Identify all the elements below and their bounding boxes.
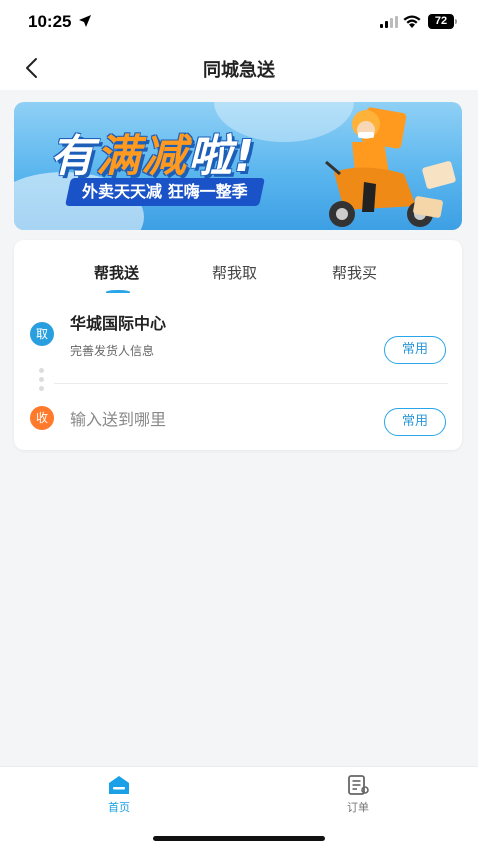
tab-pickup[interactable]: 帮我取 <box>212 262 257 283</box>
tabbar-home[interactable]: 首页 <box>89 775 149 815</box>
banner-headline-part1: 有 <box>50 131 96 182</box>
delivery-address-row[interactable]: 收 输入送到哪里 常用 <box>14 390 462 440</box>
delivery-rider-illustration <box>325 107 456 227</box>
pickup-common-address-button[interactable]: 常用 <box>384 336 446 364</box>
service-tabs: 帮我送 帮我取 帮我买 <box>14 240 462 298</box>
tabbar-orders-label: 订单 <box>347 801 369 814</box>
banner-tagline: 外卖天天减 狂嗨一整季 <box>65 178 265 206</box>
cellular-signal-icon <box>380 16 398 28</box>
battery-tip <box>455 19 457 24</box>
delivery-common-address-button[interactable]: 常用 <box>384 408 446 436</box>
home-icon <box>109 776 129 794</box>
location-arrow-icon <box>79 15 91 27</box>
back-chevron-icon[interactable] <box>18 54 46 82</box>
home-indicator[interactable] <box>153 836 325 841</box>
promo-banner[interactable]: 有满减啦! 外卖天天减 狂嗨一整季 <box>14 102 462 230</box>
order-card: 帮我送 帮我取 帮我买 取 华城国际中心 完善发货人信息 常用 收 输入送到哪里… <box>14 240 462 450</box>
tabbar-orders[interactable]: 订单 <box>328 775 388 815</box>
nav-bar: 同城急送 <box>0 46 478 90</box>
status-time: 10:25 <box>28 12 72 31</box>
tab-buy[interactable]: 帮我买 <box>332 262 377 283</box>
pickup-address[interactable]: 华城国际中心 <box>70 310 166 334</box>
row-divider <box>54 383 448 384</box>
orders-icon <box>348 775 369 795</box>
wifi-icon <box>403 15 421 28</box>
pickup-address-row[interactable]: 取 华城国际中心 完善发货人信息 常用 <box>14 304 462 374</box>
status-bar: 10:25 72 <box>0 0 478 46</box>
sender-info-link[interactable]: 完善发货人信息 <box>70 342 154 359</box>
banner-tagline-text: 外卖天天减 狂嗨一整季 <box>82 182 248 201</box>
tabbar-home-label: 首页 <box>108 801 130 814</box>
receive-badge: 收 <box>30 406 54 430</box>
page-title: 同城急送 <box>203 60 275 81</box>
banner-headline-part3: 啦! <box>188 131 257 182</box>
banner-headline-highlight: 满减 <box>96 131 188 182</box>
tab-send[interactable]: 帮我送 <box>94 262 139 283</box>
banner-headline: 有满减啦! <box>50 120 256 184</box>
pickup-badge: 取 <box>30 322 54 346</box>
battery-indicator: 72 <box>428 14 454 29</box>
page: 10:25 72 同城急送 有满减啦! 外卖天天减 狂嗨一整季 帮我送 帮我取 … <box>0 0 478 850</box>
active-tab-indicator <box>106 290 130 294</box>
delivery-address-input[interactable]: 输入送到哪里 <box>70 406 166 430</box>
